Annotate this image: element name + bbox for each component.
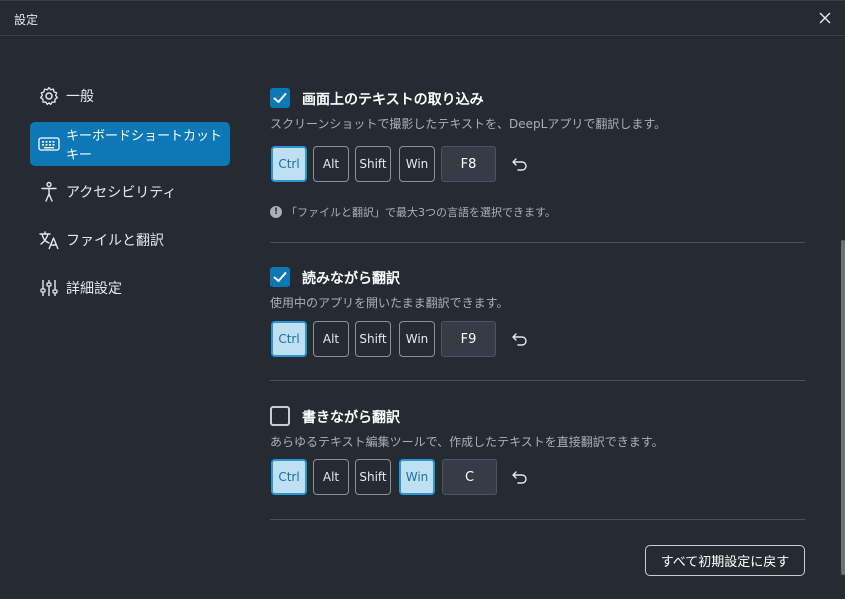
alt-key-toggle[interactable]: Alt bbox=[313, 146, 349, 182]
scrollbar[interactable] bbox=[841, 240, 845, 575]
screen-capture-checkbox[interactable] bbox=[270, 88, 290, 108]
undo-icon[interactable] bbox=[510, 467, 530, 487]
shift-key-toggle[interactable]: Shift bbox=[355, 321, 391, 357]
win-key-toggle[interactable]: Win bbox=[399, 146, 435, 182]
close-icon[interactable] bbox=[817, 10, 833, 26]
sidebar-item-label: キーボードショートカットキー bbox=[66, 129, 223, 163]
divider bbox=[270, 519, 805, 520]
sidebar-item-label: ファイルと翻訳 bbox=[66, 233, 164, 249]
sliders-icon bbox=[38, 277, 60, 299]
section-description: 使用中のアプリを開いたまま翻訳できます。 bbox=[270, 296, 509, 310]
ctrl-key-toggle[interactable]: Ctrl bbox=[271, 321, 307, 357]
section-description: スクリーンショットで撮影したテキストを、DeepLアプリで翻訳します。 bbox=[270, 117, 667, 131]
sidebar-item-label: 一般 bbox=[66, 89, 94, 105]
alt-key-toggle[interactable]: Alt bbox=[313, 459, 349, 495]
sidebar-item-accessibility[interactable]: アクセシビリティ bbox=[30, 170, 230, 214]
undo-icon[interactable] bbox=[510, 154, 530, 174]
gear-icon bbox=[38, 85, 60, 107]
sidebar-item-advanced[interactable]: 詳細設定 bbox=[30, 266, 230, 310]
shift-key-toggle[interactable]: Shift bbox=[355, 146, 391, 182]
win-key-toggle[interactable]: Win bbox=[399, 321, 435, 357]
ctrl-key-toggle[interactable]: Ctrl bbox=[271, 146, 307, 182]
shift-key-toggle[interactable]: Shift bbox=[355, 459, 391, 495]
section-title: 読みながら翻訳 bbox=[302, 271, 400, 287]
shortcut-key-field[interactable]: C bbox=[442, 459, 497, 495]
translate-icon bbox=[38, 229, 60, 251]
ctrl-key-toggle[interactable]: Ctrl bbox=[271, 459, 307, 495]
section-title: 書きながら翻訳 bbox=[302, 410, 400, 426]
divider bbox=[270, 380, 805, 381]
undo-icon[interactable] bbox=[510, 329, 530, 349]
info-text: 「ファイルと翻訳」で最大3つの言語を選択できます。 bbox=[286, 206, 556, 219]
section-title: 画面上のテキストの取り込み bbox=[302, 92, 484, 108]
sidebar-item-general[interactable]: 一般 bbox=[30, 74, 230, 118]
info-icon: ! bbox=[270, 206, 282, 218]
window-title: 設定 bbox=[14, 13, 39, 27]
sidebar-item-files-translation[interactable]: ファイルと翻訳 bbox=[30, 218, 230, 262]
alt-key-toggle[interactable]: Alt bbox=[313, 321, 349, 357]
sidebar-item-label: 詳細設定 bbox=[66, 281, 122, 297]
win-key-toggle[interactable]: Win bbox=[399, 459, 435, 495]
title-bar: 設定 bbox=[0, 0, 845, 36]
sidebar-item-keyboard-shortcuts[interactable]: キーボードショートカットキー bbox=[30, 122, 230, 166]
shortcut-key-field[interactable]: F8 bbox=[441, 146, 496, 182]
sidebar-item-label: アクセシビリティ bbox=[66, 185, 177, 201]
accessibility-icon bbox=[38, 181, 60, 203]
divider bbox=[270, 242, 805, 243]
shortcut-key-field[interactable]: F9 bbox=[441, 321, 496, 357]
keyboard-icon bbox=[38, 133, 60, 155]
section-description: あらゆるテキスト編集ツールで、作成したテキストを直接翻訳できます。 bbox=[270, 435, 664, 449]
read-translate-checkbox[interactable] bbox=[270, 267, 290, 287]
reset-all-button[interactable]: すべて初期設定に戻す bbox=[645, 545, 805, 576]
write-translate-checkbox[interactable] bbox=[270, 406, 290, 426]
info-note: ! 「ファイルと翻訳」で最大3つの言語を選択できます。 bbox=[270, 204, 556, 220]
